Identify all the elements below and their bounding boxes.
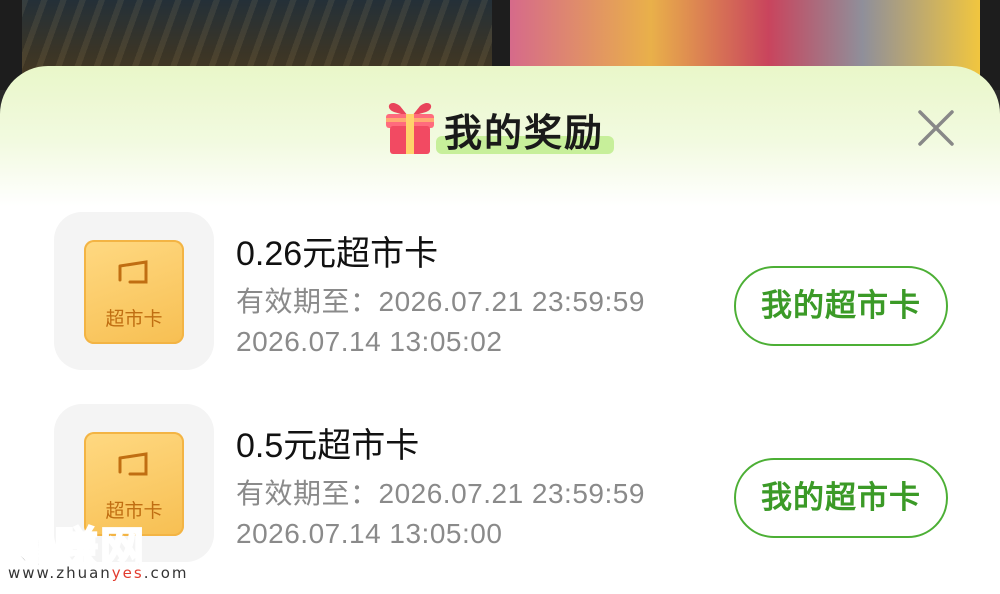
card-icon-label: 超市卡 <box>105 308 163 330</box>
reward-timestamp: 2026.07.14 13:05:02 <box>236 326 503 357</box>
my-supermarket-card-button[interactable]: 我的超市卡 <box>734 458 948 538</box>
card-glyph-icon <box>118 260 148 284</box>
reward-timestamp: 2026.07.14 13:05:00 <box>236 518 503 549</box>
watermark: 好赚网 www.zhuanyes.com <box>7 512 198 588</box>
card-glyph-icon <box>118 452 148 476</box>
watermark-url-suffix: .com <box>143 564 189 582</box>
close-icon[interactable] <box>914 106 958 150</box>
supermarket-card-icon: 超市卡 <box>84 240 184 344</box>
reward-thumbnail: 超市卡 <box>54 212 214 370</box>
watermark-url: www.zhuanyes.com <box>8 564 189 582</box>
reward-expiry: 有效期至：2026.07.21 23:59:59 <box>236 286 645 317</box>
my-supermarket-card-button[interactable]: 我的超市卡 <box>734 266 948 346</box>
reward-name: 0.5元超市卡 <box>236 427 420 465</box>
page-title: 我的奖励 <box>444 111 605 155</box>
reward-item: 超市卡 0.26元超市卡 有效期至：2026.07.21 23:59:59 20… <box>0 212 1000 392</box>
reward-name: 0.26元超市卡 <box>236 235 439 273</box>
reward-expiry: 有效期至：2026.07.21 23:59:59 <box>236 478 645 509</box>
watermark-url-highlight: yes <box>111 564 144 582</box>
gift-icon <box>386 102 434 154</box>
watermark-url-prefix: www.zhuan <box>8 564 112 582</box>
sheet-header: 我的奖励 <box>380 96 640 160</box>
